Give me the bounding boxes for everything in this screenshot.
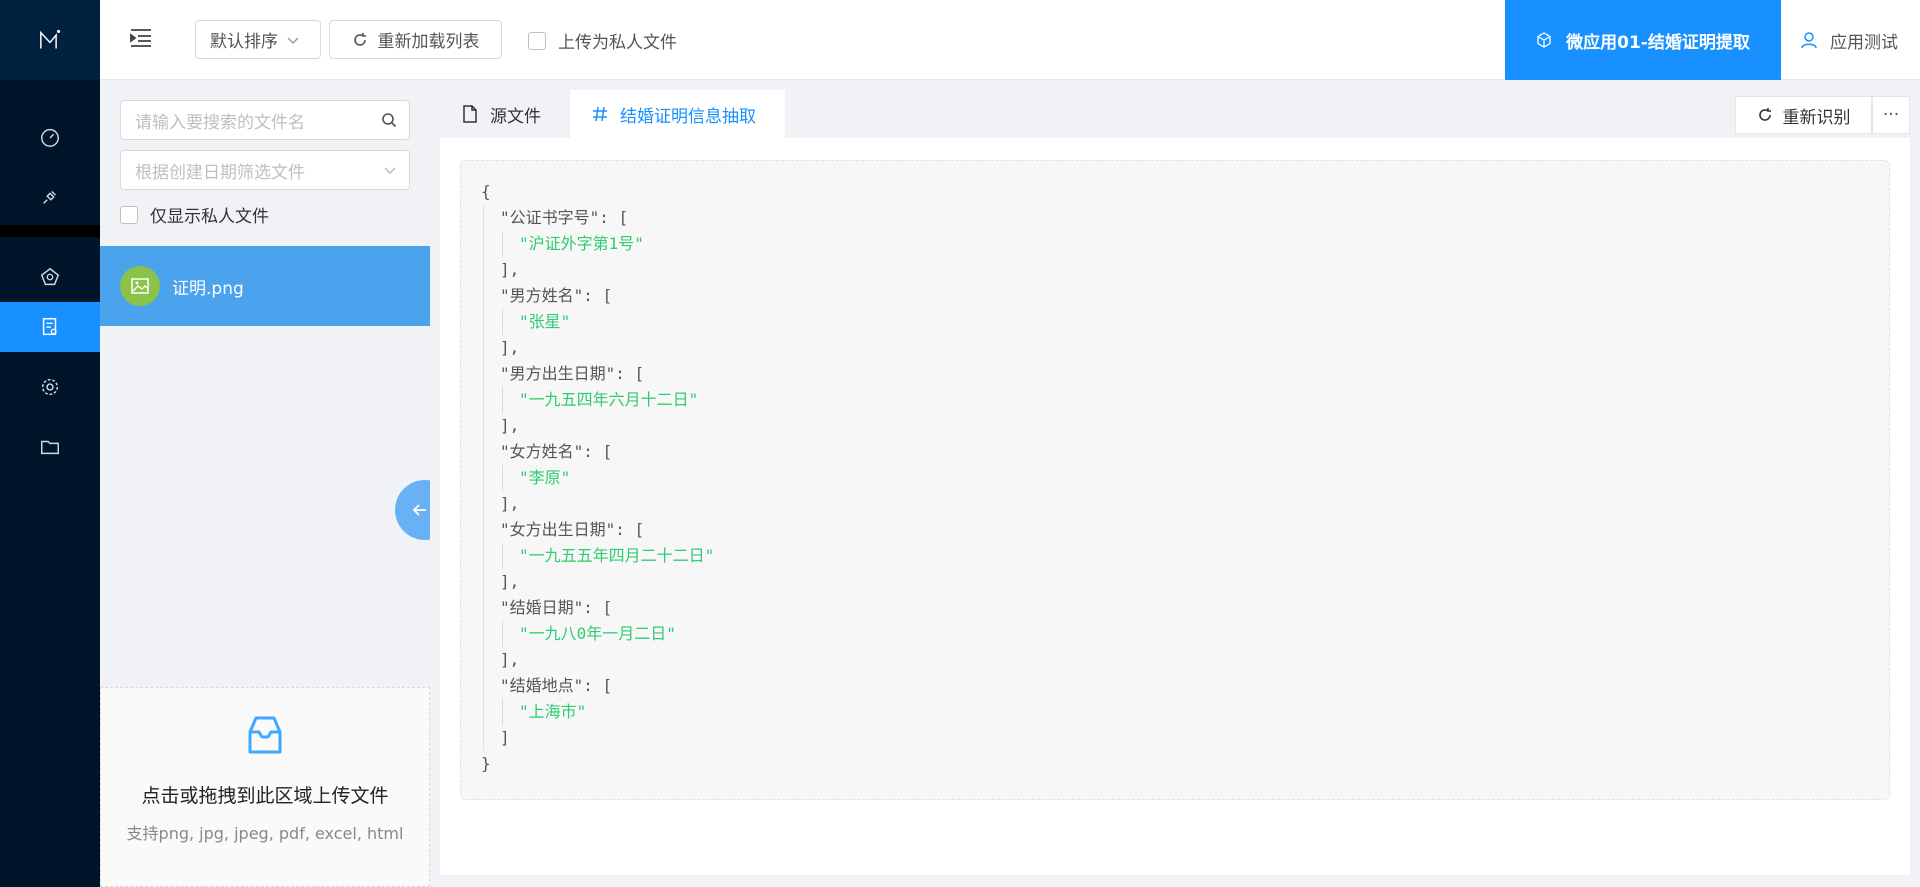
chevron-down-icon [287,37,299,44]
only-private-checkbox[interactable]: 仅显示私人文件 [120,202,269,227]
recognize-label: 重新识别 [1782,107,1851,128]
json-value: "李原" [519,468,571,487]
arrow-left-icon [412,504,426,516]
user-icon [1801,32,1817,49]
date-filter-select[interactable]: 根据创建日期筛选文件 [120,150,410,190]
json-close-brace: } [481,754,491,773]
upload-private-checkbox[interactable]: 上传为私人文件 [528,28,677,53]
model-icon [40,267,60,286]
json-value: "一九五五年四月二十二日" [519,546,715,565]
json-array-values: "上海市" [502,699,1869,725]
nav-model[interactable] [0,252,100,302]
json-key-line: "男方姓名": [ [500,286,613,305]
date-placeholder: 根据创建日期筛选文件 [135,162,305,183]
json-array-close: ], [500,416,520,435]
only-private-label: 仅显示私人文件 [150,207,269,227]
collapse-sidebar-button[interactable] [395,480,430,540]
nav-divider [0,225,100,237]
json-array-close: ], [500,260,520,279]
app-name: 微应用01-结婚证明提取 [1566,32,1750,53]
folder-icon [41,440,59,455]
json-key-line: "男方出生日期": [ [500,364,645,383]
user-name: 应用测试 [1830,32,1898,53]
sort-select[interactable]: 默认排序 [195,20,321,59]
nav-dashboard[interactable] [0,112,100,162]
tab-extraction[interactable]: 结婚证明信息抽取 [570,90,785,138]
more-label: ··· [1882,105,1900,125]
reload-list-button[interactable]: 重新加载列表 [329,20,502,59]
json-key-line: "结婚日期": [ [500,598,613,617]
upload-hint: 支持png, jpg, jpeg, pdf, excel, html [126,824,404,843]
inbox-icon [101,712,429,763]
upload-title: 点击或拖拽到此区域上传文件 [141,785,389,807]
nav-plugin[interactable] [0,172,100,222]
tab-label: 结婚证明信息抽取 [620,106,756,127]
nav-document-audit[interactable] [0,302,100,352]
json-array-values: "一九五四年六月十二日" [502,387,1869,413]
nav-folder[interactable] [0,422,100,472]
checkbox-box[interactable] [120,205,138,224]
result-panel: { "公证书字号": [ "沪证外字第1号"], "男方姓名": [ "张星"], "男… [440,138,1910,875]
reload-label: 重新加载列表 [377,32,480,52]
file-name: 证明.png [172,278,244,299]
json-array-values: "一九八0年一月二日" [502,621,1869,647]
json-array-close: ], [500,494,520,513]
document-audit-icon [42,318,57,336]
user-menu[interactable]: 应用测试 [1800,0,1898,80]
upload-dropzone[interactable]: 点击或拖拽到此区域上传文件 支持png, jpg, jpeg, pdf, exc… [100,687,430,887]
json-array-close: ] [500,728,510,747]
json-array-values: "李原" [502,465,1869,491]
json-key-line: "女方出生日期": [ [500,520,645,539]
json-array-close: ], [500,572,520,591]
json-array-close: ], [500,650,520,669]
json-fields: "公证书字号": [ "沪证外字第1号"], "男方姓名": [ "张星"], "男方出… [483,205,1869,751]
top-header: 默认排序 重新加载列表 上传为私人文件 微应用01-结婚证明提取 应用测试 [100,0,1920,80]
tab-source-file[interactable]: 源文件 [440,90,570,138]
json-value: "上海市" [519,702,587,721]
json-value: "张星" [519,312,571,331]
tab-label: 源文件 [490,106,541,127]
reload-icon [353,32,366,46]
hash-icon [593,106,607,122]
upload-private-label: 上传为私人文件 [558,33,677,53]
file-sidebar: 请输入要搜索的文件名 根据创建日期筛选文件 仅显示私人文件 证明.png 点击或… [100,80,430,887]
json-open-brace: { [481,182,491,201]
reload-icon [1758,108,1771,121]
content-tabs: 源文件 结婚证明信息抽取 重新识别 ··· [440,90,1910,138]
sort-label: 默认排序 [210,32,278,52]
current-app-button[interactable]: 微应用01-结婚证明提取 [1505,0,1781,80]
json-array-values: "张星" [502,309,1869,335]
dashboard-icon [41,128,59,147]
left-nav [0,0,100,887]
more-button[interactable]: ··· [1872,96,1910,134]
file-list-item[interactable]: 证明.png [100,246,430,326]
chevron-down-icon [384,167,396,174]
settings-icon [41,378,59,396]
json-key-line: "结婚地点": [ [500,676,613,695]
search-input[interactable]: 请输入要搜索的文件名 [120,100,410,140]
json-array-values: "一九五五年四月二十二日" [502,543,1869,569]
json-key-line: "女方姓名": [ [500,442,613,461]
plugin-icon [43,190,57,204]
cube-icon [1537,32,1551,48]
image-file-icon [120,266,160,306]
json-array-values: "沪证外字第1号" [502,231,1869,257]
checkbox-box[interactable] [528,31,546,50]
json-viewer: { "公证书字号": [ "沪证外字第1号"], "男方姓名": [ "张星"], "男… [460,160,1890,800]
logo-icon[interactable] [0,0,100,80]
json-value: "沪证外字第1号" [519,234,644,253]
json-key-line: "公证书字号": [ [500,208,629,227]
json-value: "一九八0年一月二日" [519,624,676,643]
json-array-close: ], [500,338,520,357]
search-icon[interactable] [381,112,397,128]
re-recognize-button[interactable]: 重新识别 [1735,96,1872,134]
search-placeholder: 请输入要搜索的文件名 [135,112,305,133]
menu-toggle-icon[interactable] [128,25,154,51]
json-value: "一九五四年六月十二日" [519,390,699,409]
nav-settings[interactable] [0,362,100,412]
file-icon [463,105,477,123]
